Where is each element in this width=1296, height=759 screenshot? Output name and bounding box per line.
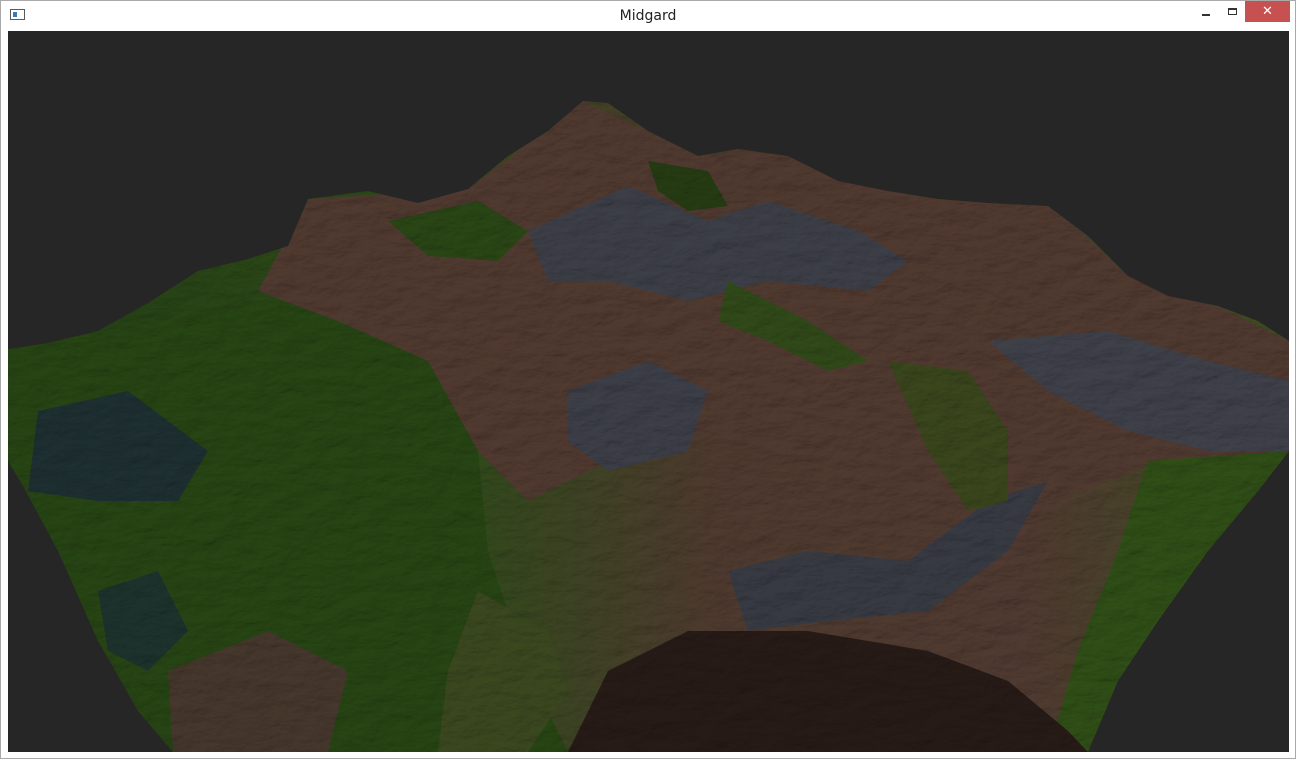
window-title: Midgard — [619, 8, 677, 24]
title-bar[interactable]: Midgard ✕ — [1, 1, 1295, 31]
close-icon: ✕ — [1262, 4, 1273, 19]
maximize-icon — [1227, 8, 1237, 15]
minimize-button[interactable] — [1193, 1, 1218, 22]
minimize-icon — [1201, 13, 1210, 16]
terrain-render-viewport[interactable] — [8, 31, 1289, 752]
app-window: Midgard ✕ — [0, 0, 1296, 759]
terrain-mesh — [8, 101, 1289, 752]
close-button[interactable]: ✕ — [1245, 1, 1290, 22]
terrain-canvas — [8, 101, 1289, 752]
maximize-button[interactable] — [1219, 1, 1245, 22]
